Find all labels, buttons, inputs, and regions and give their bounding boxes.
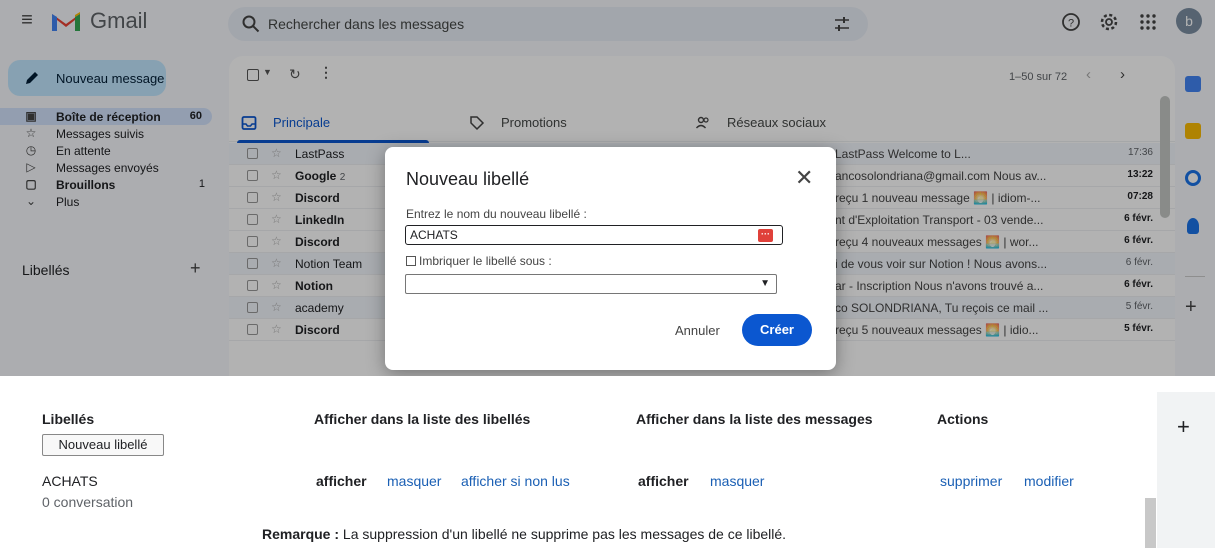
settings-scrollbar[interactable] <box>1145 498 1156 548</box>
col-show-in-label-list-heading: Afficher dans la liste des libellés <box>314 411 531 427</box>
message-list-hide-link[interactable]: masquer <box>710 473 764 489</box>
note-text: La suppression d'un libellé ne supprime … <box>339 526 787 542</box>
nest-label-option: Imbriquer le libellé sous : <box>406 254 552 268</box>
message-list-show-option: afficher <box>638 473 689 489</box>
new-label-button[interactable]: Nouveau libellé <box>42 434 164 456</box>
label-list-show-if-unread-link[interactable]: afficher si non lus <box>461 473 570 489</box>
create-button[interactable]: Créer <box>742 314 812 346</box>
label-name-input[interactable]: ACHATS <box>405 225 783 245</box>
label-list-show-option: afficher <box>316 473 367 489</box>
dialog-prompt: Entrez le nom du nouveau libellé : <box>406 207 587 221</box>
gmail-window: ≡ Gmail Rechercher dans les messages ? b… <box>0 0 1215 376</box>
cancel-button[interactable]: Annuler <box>675 323 720 338</box>
nest-label-text: Imbriquer le libellé sous : <box>419 254 552 268</box>
new-label-dialog: Nouveau libellé ✕ Entrez le nom du nouve… <box>385 147 836 370</box>
labels-settings: Libellés Afficher dans la liste des libe… <box>0 376 1215 548</box>
edit-label-link[interactable]: modifier <box>1024 473 1074 489</box>
close-icon[interactable]: ✕ <box>795 165 813 191</box>
add-addon-icon[interactable]: + <box>1177 414 1190 440</box>
delete-label-link[interactable]: supprimer <box>940 473 1002 489</box>
parent-label-select[interactable]: ▼ <box>405 274 777 294</box>
deletion-note: Remarque : La suppression d'un libellé n… <box>262 526 786 542</box>
col-labels-heading: Libellés <box>42 411 95 427</box>
nest-label-checkbox[interactable] <box>406 256 416 266</box>
chevron-down-icon: ▼ <box>760 278 770 289</box>
label-name: ACHATS <box>42 473 98 489</box>
password-manager-icon[interactable]: ··· <box>758 229 773 242</box>
label-conversation-count: 0 conversation <box>42 494 134 510</box>
screenshot: ≡ Gmail Rechercher dans les messages ? b… <box>0 0 1215 548</box>
col-show-in-message-list-heading: Afficher dans la liste des messages <box>636 411 873 427</box>
dialog-title: Nouveau libellé <box>406 169 530 189</box>
note-prefix: Remarque : <box>262 526 340 542</box>
col-actions-heading: Actions <box>937 411 989 427</box>
label-list-hide-link[interactable]: masquer <box>387 473 441 489</box>
